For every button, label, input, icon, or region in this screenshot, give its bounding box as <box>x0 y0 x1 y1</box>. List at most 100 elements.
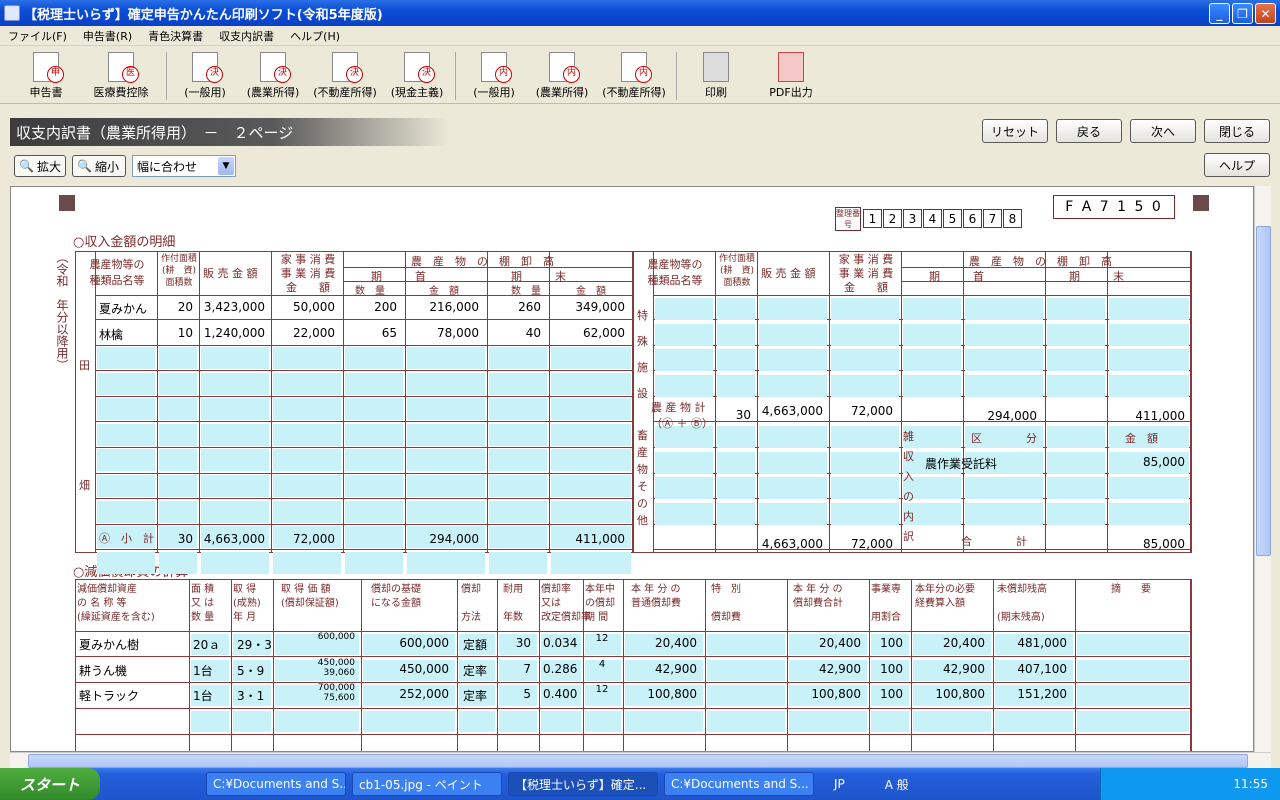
pdf-icon <box>778 52 804 82</box>
cell <box>1107 251 1108 553</box>
menu-file[interactable]: ファイル(F) <box>0 28 75 44</box>
seiri-digit: 7 <box>983 209 1002 228</box>
dep-common: 20,400 <box>655 636 697 650</box>
tool-uchiwake-ippan-button[interactable]: (一般用) <box>460 52 528 100</box>
menu-shinkoku[interactable]: 申告書(R) <box>75 28 140 44</box>
label-hata: 畑 <box>79 479 90 492</box>
dep-method: 定率 <box>463 689 488 704</box>
cell <box>715 251 716 553</box>
cell <box>95 549 633 551</box>
dep-header: 取 得 価 額 (償却保証額) <box>281 584 339 609</box>
cell <box>345 372 403 395</box>
crop-a1: 216,000 <box>429 300 479 314</box>
crop-area: 20 <box>177 300 193 314</box>
cell <box>965 477 1043 500</box>
minimize-button[interactable]: _ <box>1209 3 1230 24</box>
menu-shushi[interactable]: 収支内訳書 <box>211 28 282 44</box>
tool-iryou-button[interactable]: 医療費控除 <box>80 52 162 100</box>
close-window-button[interactable]: ✕ <box>1255 3 1276 24</box>
col-header: 販 売 金 額 <box>203 267 258 280</box>
cell <box>489 372 547 395</box>
next-button[interactable]: 次へ <box>1130 119 1196 143</box>
dep-base: 600,000 <box>399 636 449 650</box>
seiri-digit: 6 <box>963 209 982 228</box>
cell <box>831 323 899 346</box>
cell <box>551 372 631 395</box>
cell <box>551 500 631 523</box>
tool-kessan-ippan-button[interactable]: (一般用) <box>171 52 239 100</box>
maximize-button[interactable]: ❐ <box>1232 3 1253 24</box>
crop-a2: 349,000 <box>575 300 625 314</box>
reset-button[interactable]: リセット <box>982 119 1048 143</box>
cell <box>1047 477 1105 500</box>
tool-kessan-nougyou-button[interactable]: (農業所得) <box>239 52 307 100</box>
help-button[interactable]: ヘルプ <box>1204 153 1270 177</box>
col-header: 数 量 <box>355 286 385 297</box>
form-icon <box>33 52 64 83</box>
cell <box>1047 323 1105 346</box>
dep-exp: 100,800 <box>935 687 985 702</box>
cell <box>407 449 485 472</box>
right-area: 30 <box>735 408 751 422</box>
pdf-button[interactable]: PDF出力 <box>751 52 831 100</box>
seiri-digit: 1 <box>863 209 882 228</box>
cell <box>489 347 547 369</box>
cell <box>159 551 197 574</box>
start-button[interactable]: スタート <box>0 768 100 800</box>
task-explorer-2[interactable]: C:¥Documents and S... <box>664 772 814 796</box>
cell <box>717 349 755 372</box>
task-explorer-1[interactable]: C:¥Documents and S... <box>206 772 346 796</box>
cell <box>759 298 827 320</box>
cell <box>831 451 899 474</box>
cell <box>717 298 755 320</box>
cell <box>1077 634 1189 655</box>
vertical-scrollbar[interactable] <box>1254 186 1271 752</box>
cell <box>633 251 634 553</box>
task-app[interactable]: 【税理士いらず】確定... <box>508 772 658 796</box>
cell <box>95 523 633 525</box>
tool-kessan-fudousan-button[interactable]: (不動産所得) <box>307 52 383 100</box>
dep-date: 29・3 <box>237 638 272 652</box>
crop-q2: 260 <box>518 300 541 314</box>
zoom-out-icon: 🔍 <box>77 159 92 173</box>
ime-indicator[interactable]: A 般 <box>885 776 909 793</box>
cell <box>273 449 341 472</box>
cell <box>407 398 485 421</box>
cell <box>95 319 633 320</box>
cell <box>1047 298 1105 320</box>
dep-cost: 700,000 <box>317 683 355 694</box>
zoom-select[interactable]: 幅に合わせ ▼ <box>132 155 236 177</box>
tool-kessan-genkin-button[interactable]: (現金主義) <box>383 52 451 100</box>
cell <box>757 251 758 553</box>
menu-aoiro[interactable]: 青色決算書 <box>140 28 211 44</box>
dep-remain: 407,100 <box>1017 661 1067 676</box>
col-header: 農 産 物 の 棚 卸 高 <box>411 255 554 268</box>
dep-ratio: 100 <box>880 687 903 702</box>
lang-indicator[interactable]: JP <box>834 777 845 791</box>
tool-uchiwake-nougyou-button[interactable]: (農業所得) <box>528 52 596 100</box>
dep-header: 耐用 年数 <box>503 584 523 623</box>
cell <box>489 423 547 446</box>
dep-months: 12 <box>595 684 609 696</box>
crop-sales: 3,423,000 <box>203 300 265 314</box>
back-button[interactable]: 戻る <box>1056 119 1122 143</box>
cell <box>231 579 232 751</box>
col-header: 販 売 金 額 <box>761 267 816 280</box>
cell <box>275 710 359 732</box>
cell <box>655 477 713 500</box>
menu-help[interactable]: ヘルプ(H) <box>282 28 348 44</box>
task-paint[interactable]: cb1-05.jpg - ペイント <box>352 772 502 796</box>
close-button[interactable]: 閉じる <box>1204 119 1270 143</box>
cell <box>1047 426 1105 448</box>
zoom-out-button[interactable]: 🔍 縮小 <box>72 155 126 177</box>
print-button[interactable]: 印刷 <box>681 52 751 100</box>
corner-mark <box>1193 195 1209 211</box>
dep-header: 減価償却資産 の 名 称 等 (繰延資産を含む) <box>77 584 155 623</box>
cell <box>159 372 197 395</box>
horizontal-scrollbar[interactable] <box>10 752 1271 768</box>
cell <box>829 251 830 553</box>
tool-shinkoku-button[interactable]: 申告書 <box>12 52 80 100</box>
zoom-in-button[interactable]: 🔍 拡大 <box>14 155 66 177</box>
tool-uchiwake-fudousan-button[interactable]: (不動産所得) <box>596 52 672 100</box>
cell <box>759 502 827 525</box>
